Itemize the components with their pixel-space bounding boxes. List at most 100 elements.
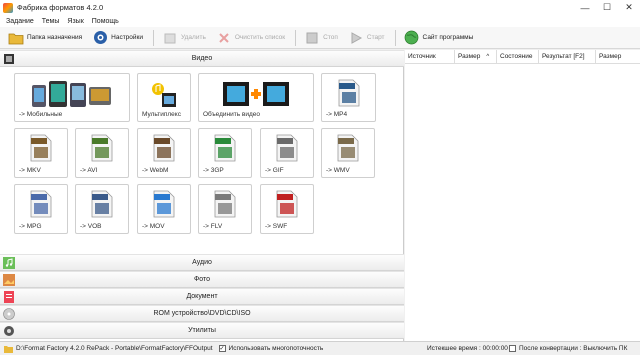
status-bar: D:\Format Factory 4.2.0 RePack - Portabl…	[0, 341, 640, 355]
column-state[interactable]: Состояние	[497, 50, 539, 64]
after-convert-label: После конвертации : Выключить ПК	[519, 345, 628, 352]
section-photo[interactable]: Фото	[0, 271, 404, 288]
video-tile[interactable]: Мультиплекс	[137, 73, 191, 122]
elapsed-time: Истекшее время : 00:00:00	[427, 345, 508, 352]
disc-icon	[3, 308, 15, 320]
gif-file-icon	[276, 134, 298, 164]
video-tile[interactable]: -> VOB	[75, 184, 129, 234]
delete-label: Удалить	[181, 34, 206, 41]
menu-help[interactable]: Помощь	[92, 18, 119, 25]
menu-themes[interactable]: Темы	[42, 18, 60, 25]
toolbar: Папка назначения Настройки Удалить Очист…	[0, 27, 640, 49]
mp4-file-icon	[338, 79, 360, 109]
clear-list-icon	[216, 30, 232, 46]
section-audio-label: Аудио	[192, 259, 212, 266]
document-icon	[3, 291, 15, 303]
column-result[interactable]: Результат [F2]	[539, 50, 596, 64]
sort-up-icon: ^	[486, 53, 490, 60]
join-video-icon	[221, 79, 291, 111]
section-document[interactable]: Документ	[0, 288, 404, 305]
menu-bar: Задание Темы Язык Помощь	[0, 15, 640, 27]
video-tile[interactable]: -> MKV	[14, 128, 68, 178]
video-tile[interactable]: -> Мобильные	[14, 73, 130, 122]
minimize-button[interactable]: —	[574, 0, 596, 15]
video-tile[interactable]: -> AVI	[75, 128, 129, 178]
video-tile-label: -> AVI	[80, 167, 98, 174]
video-tile[interactable]: -> FLV	[198, 184, 252, 234]
mpg-file-icon	[30, 190, 52, 220]
clear-list-button[interactable]: Очистить список	[216, 29, 285, 47]
video-tile[interactable]: -> MP4	[321, 73, 376, 122]
swf-file-icon	[276, 190, 298, 220]
start-icon	[348, 30, 364, 46]
section-rom[interactable]: ROM устройство\DVD\CD\ISO	[0, 305, 404, 322]
section-audio[interactable]: Аудио	[0, 254, 404, 271]
video-tile-label: -> SWF	[265, 223, 288, 230]
mobile-devices-icon	[30, 79, 114, 111]
category-panel: Видео -> Мобильные Мультиплекс Объединить …	[0, 50, 404, 341]
section-utilities[interactable]: Утилиты	[0, 322, 404, 339]
toolbar-separator	[153, 29, 155, 46]
dest-folder-label: Папка назначения	[27, 34, 83, 41]
folder-icon	[8, 30, 24, 46]
video-tile-label: -> MOV	[142, 223, 165, 230]
folder-icon	[4, 345, 13, 353]
mkv-file-icon	[30, 134, 52, 164]
video-tile[interactable]: -> GIF	[260, 128, 314, 178]
section-utilities-label: Утилиты	[188, 327, 216, 334]
multithread-label: Использовать многопоточность	[228, 345, 324, 352]
output-path[interactable]: D:\Format Factory 4.2.0 RePack - Portabl…	[16, 345, 213, 352]
column-source[interactable]: Источник	[405, 50, 455, 64]
mov-file-icon	[153, 190, 175, 220]
tools-icon	[3, 325, 15, 337]
stop-button[interactable]: Стоп	[304, 29, 338, 47]
video-tile[interactable]: -> SWF	[260, 184, 314, 234]
video-tile[interactable]: -> WebM	[137, 128, 191, 178]
video-tile[interactable]: -> MOV	[137, 184, 191, 234]
title-bar: Фабрика форматов 4.2.0 — ☐ ✕	[0, 0, 640, 15]
picture-icon	[3, 274, 15, 286]
3gp-file-icon	[214, 134, 236, 164]
column-result-size[interactable]: Размер	[596, 50, 640, 64]
delete-button[interactable]: Удалить	[162, 29, 206, 47]
video-tile-grid: -> Мобильные Мультиплекс Объединить видео -…	[0, 68, 404, 254]
video-tile-label: -> WMV	[326, 167, 350, 174]
clear-list-label: Очистить список	[234, 34, 286, 41]
window-title: Фабрика форматов 4.2.0	[17, 3, 104, 12]
column-size[interactable]: Размер ^	[455, 50, 497, 64]
after-convert-group: После конвертации : Выключить ПК	[509, 345, 627, 352]
section-video[interactable]: Видео	[0, 50, 404, 67]
dest-folder-button[interactable]: Папка назначения	[8, 29, 82, 47]
menu-language[interactable]: Язык	[67, 18, 83, 25]
start-button[interactable]: Старт	[348, 29, 385, 47]
video-tile-label: -> MKV	[19, 167, 41, 174]
section-photo-label: Фото	[193, 276, 211, 283]
after-convert-checkbox[interactable]	[509, 345, 516, 352]
video-tile-label: Мультиплекс	[142, 111, 181, 118]
video-tile-label: -> FLV	[203, 223, 223, 230]
wmv-file-icon	[337, 134, 359, 164]
section-video-label: Видео	[191, 55, 213, 62]
menu-task[interactable]: Задание	[6, 18, 34, 25]
maximize-button[interactable]: ☐	[596, 0, 618, 15]
video-tile-label: -> GIF	[265, 167, 284, 174]
close-button[interactable]: ✕	[618, 0, 640, 15]
checkmark-icon: ✓	[219, 345, 225, 352]
video-tile[interactable]: -> WMV	[321, 128, 375, 178]
flv-file-icon	[214, 190, 236, 220]
video-tile-label: -> WebM	[142, 167, 169, 174]
settings-button[interactable]: Настройки	[92, 29, 143, 47]
settings-icon	[92, 30, 108, 46]
toolbar-separator	[394, 29, 396, 46]
globe-icon	[404, 30, 420, 46]
stop-label: Стоп	[323, 34, 338, 41]
delete-icon	[162, 30, 178, 46]
multithread-checkbox[interactable]: ✓	[218, 345, 226, 352]
stop-icon	[304, 30, 320, 46]
video-tile[interactable]: -> 3GP	[198, 128, 252, 178]
video-tile[interactable]: -> MPG	[14, 184, 68, 234]
website-button[interactable]: Сайт программы	[404, 29, 473, 47]
video-tile[interactable]: Объединить видео	[198, 73, 314, 122]
vob-file-icon	[91, 190, 113, 220]
music-note-icon	[3, 257, 15, 269]
